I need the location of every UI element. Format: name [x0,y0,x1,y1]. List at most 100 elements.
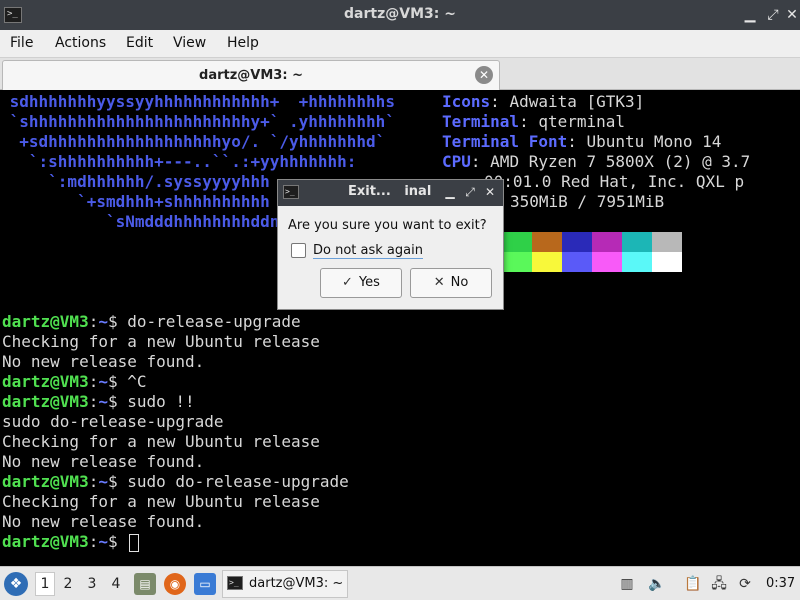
info-value: AMD Ryzen 7 5800X (2) @ 3.7 [490,152,751,171]
output-line: Checking for a new Ubuntu release [2,432,320,452]
tab-terminal[interactable]: dartz@VM3: ~ ✕ [2,60,500,90]
terminal-icon: >_ [283,185,299,199]
menubar: File Actions Edit View Help [0,30,800,58]
menu-view[interactable]: View [173,35,206,51]
prompt-symbol: $ [107,472,128,491]
info-value: qterminal [538,112,626,131]
logo-line: sdhhhhhhhyyssyyhhhhhhhhhhhh+ +hhhhhhhhs [0,92,395,111]
logo-line: `shhhhhhhhhhhhhhhhhhhhhhhy+` .yhhhhhhhh` [0,112,395,131]
workspace-4[interactable]: 4 [106,576,126,592]
prompt-path: ~ [98,312,108,331]
prompt-path: ~ [98,372,108,391]
prompt-symbol: $ [107,312,128,331]
network-icon[interactable]: 🖧 [710,575,728,593]
no-button[interactable]: ✕ No [410,268,492,298]
output-line: No new release found. [2,352,204,372]
menu-help[interactable]: Help [227,35,259,51]
prompt-path: ~ [98,472,108,491]
tab-bar: dartz@VM3: ~ ✕ [0,58,800,90]
output-line: Checking for a new Ubuntu release [2,332,320,352]
start-menu-icon[interactable]: ❖ [4,572,28,596]
line-text: sudo do-release-upgrade [2,412,224,431]
info-line: CPU: AMD Ryzen 7 5800X (2) @ 3.7 [442,152,751,171]
palette-swatch [532,252,562,272]
prompt-symbol: $ [107,372,128,391]
yes-label: Yes [358,275,380,290]
prompt-line: dartz@VM3:~$ sudo do-release-upgrade [2,472,349,491]
close-icon[interactable]: ✕ [482,183,498,201]
terminal-icon: >_ [227,576,243,590]
workspace-3[interactable]: 3 [82,576,102,592]
logo-line: `+smdhhh+shhhhhhhhhh [0,192,270,211]
prompt-path: ~ [98,532,108,551]
taskbar-terminal-task[interactable]: >_ dartz@VM3: ~ [222,570,348,598]
prompt-line: dartz@VM3:~$ [2,532,140,552]
prompt-symbol: $ [107,392,128,411]
minimize-icon[interactable]: ▁ [740,5,760,25]
info-line: 00:01.0 Red Hat, Inc. QXL p [484,172,744,192]
desktop-icon[interactable]: ▭ [194,573,216,595]
info-value: 00:01.0 Red Hat, Inc. QXL p [484,172,745,191]
clipboard-icon[interactable]: 📋 [684,575,702,593]
text-cursor [129,533,140,552]
prompt-line: dartz@VM3:~$ do-release-upgrade [2,312,301,331]
window-title: dartz@VM3: ~ [344,6,456,22]
dialog-question: Are you sure you want to exit? [288,218,487,233]
file-manager-icon[interactable]: ▤ [134,573,156,595]
firefox-icon[interactable]: ◉ [164,573,186,595]
logo-line: `sNmdddhhhhhhhhddn [0,212,280,231]
logo-line: `:shhhhhhhhhh+---..``.:+yyhhhhhhh: [0,152,357,171]
prompt-user: dartz@VM3 [2,532,89,551]
taskbar: ❖ 1 2 3 4 ▤ ◉ ▭ >_ dartz@VM3: ~ ▥ 🔈 📋 🖧 … [0,566,800,600]
line-text: sudo do-release-upgrade [127,472,349,491]
line-text: Checking for a new Ubuntu release [2,492,320,511]
info-key: Terminal [442,112,520,131]
info-line: Terminal: qterminal [442,112,626,131]
info-line: Terminal Font: Ubuntu Mono 14 [442,132,722,151]
maximize-icon[interactable]: ⤢ [462,183,478,201]
info-value: Adwaita [GTK3] [509,92,645,111]
prompt-line: dartz@VM3:~$ sudo !! [2,392,195,411]
info-value: 350MiB / 7951MiB [510,192,665,211]
palette-swatch [562,232,592,252]
tab-close-icon[interactable]: ✕ [475,66,493,84]
palette-swatch [502,252,532,272]
trash-icon[interactable]: ▥ [618,575,636,593]
line-text: do-release-upgrade [127,312,301,331]
dialog-titlebar: >_ Exit... inal ▁ ⤢ ✕ [278,180,503,206]
info-key: Icons [442,92,491,111]
palette-swatch [622,232,652,252]
clock: 0:37 [766,576,796,591]
prompt-line: dartz@VM3:~$ ^C [2,372,147,391]
logo-line: +sdhhhhhhhhhhhhhhhhhhyo/. `/yhhhhhhhd` [0,132,386,151]
update-icon[interactable]: ⟳ [736,575,754,593]
palette-swatch [592,252,622,272]
palette-swatch [562,252,592,272]
yes-button[interactable]: ✓ Yes [320,268,402,298]
workspace-2[interactable]: 2 [58,576,78,592]
window-titlebar: >_ dartz@VM3: ~ ▁ ⤢ ✕ [0,0,800,30]
menu-file[interactable]: File [10,35,33,51]
terminal-output[interactable]: sdhhhhhhhyyssyyhhhhhhhhhhhh+ +hhhhhhhhs … [0,90,800,566]
line-text: ^C [127,372,147,391]
palette-swatch [592,232,622,252]
output-line: sudo do-release-upgrade [2,412,224,432]
exit-dialog: >_ Exit... inal ▁ ⤢ ✕ Are you sure you w… [277,179,504,310]
do-not-ask-label[interactable]: Do not ask again [313,243,423,259]
minimize-icon[interactable]: ▁ [442,183,458,201]
line-text: No new release found. [2,352,205,371]
palette-swatch [652,252,682,272]
workspace-1[interactable]: 1 [35,572,55,596]
volume-icon[interactable]: 🔈 [648,575,666,593]
menu-actions[interactable]: Actions [55,35,106,51]
tab-label: dartz@VM3: ~ [199,68,303,83]
palette-swatch [622,252,652,272]
cancel-icon: ✕ [433,275,445,290]
output-line: Checking for a new Ubuntu release [2,492,320,512]
menu-edit[interactable]: Edit [126,35,153,51]
maximize-icon[interactable]: ⤢ [763,5,783,25]
do-not-ask-checkbox[interactable] [291,243,306,258]
close-icon[interactable]: ✕ [782,5,800,25]
palette-swatch [502,232,532,252]
info-key: CPU [442,152,471,171]
